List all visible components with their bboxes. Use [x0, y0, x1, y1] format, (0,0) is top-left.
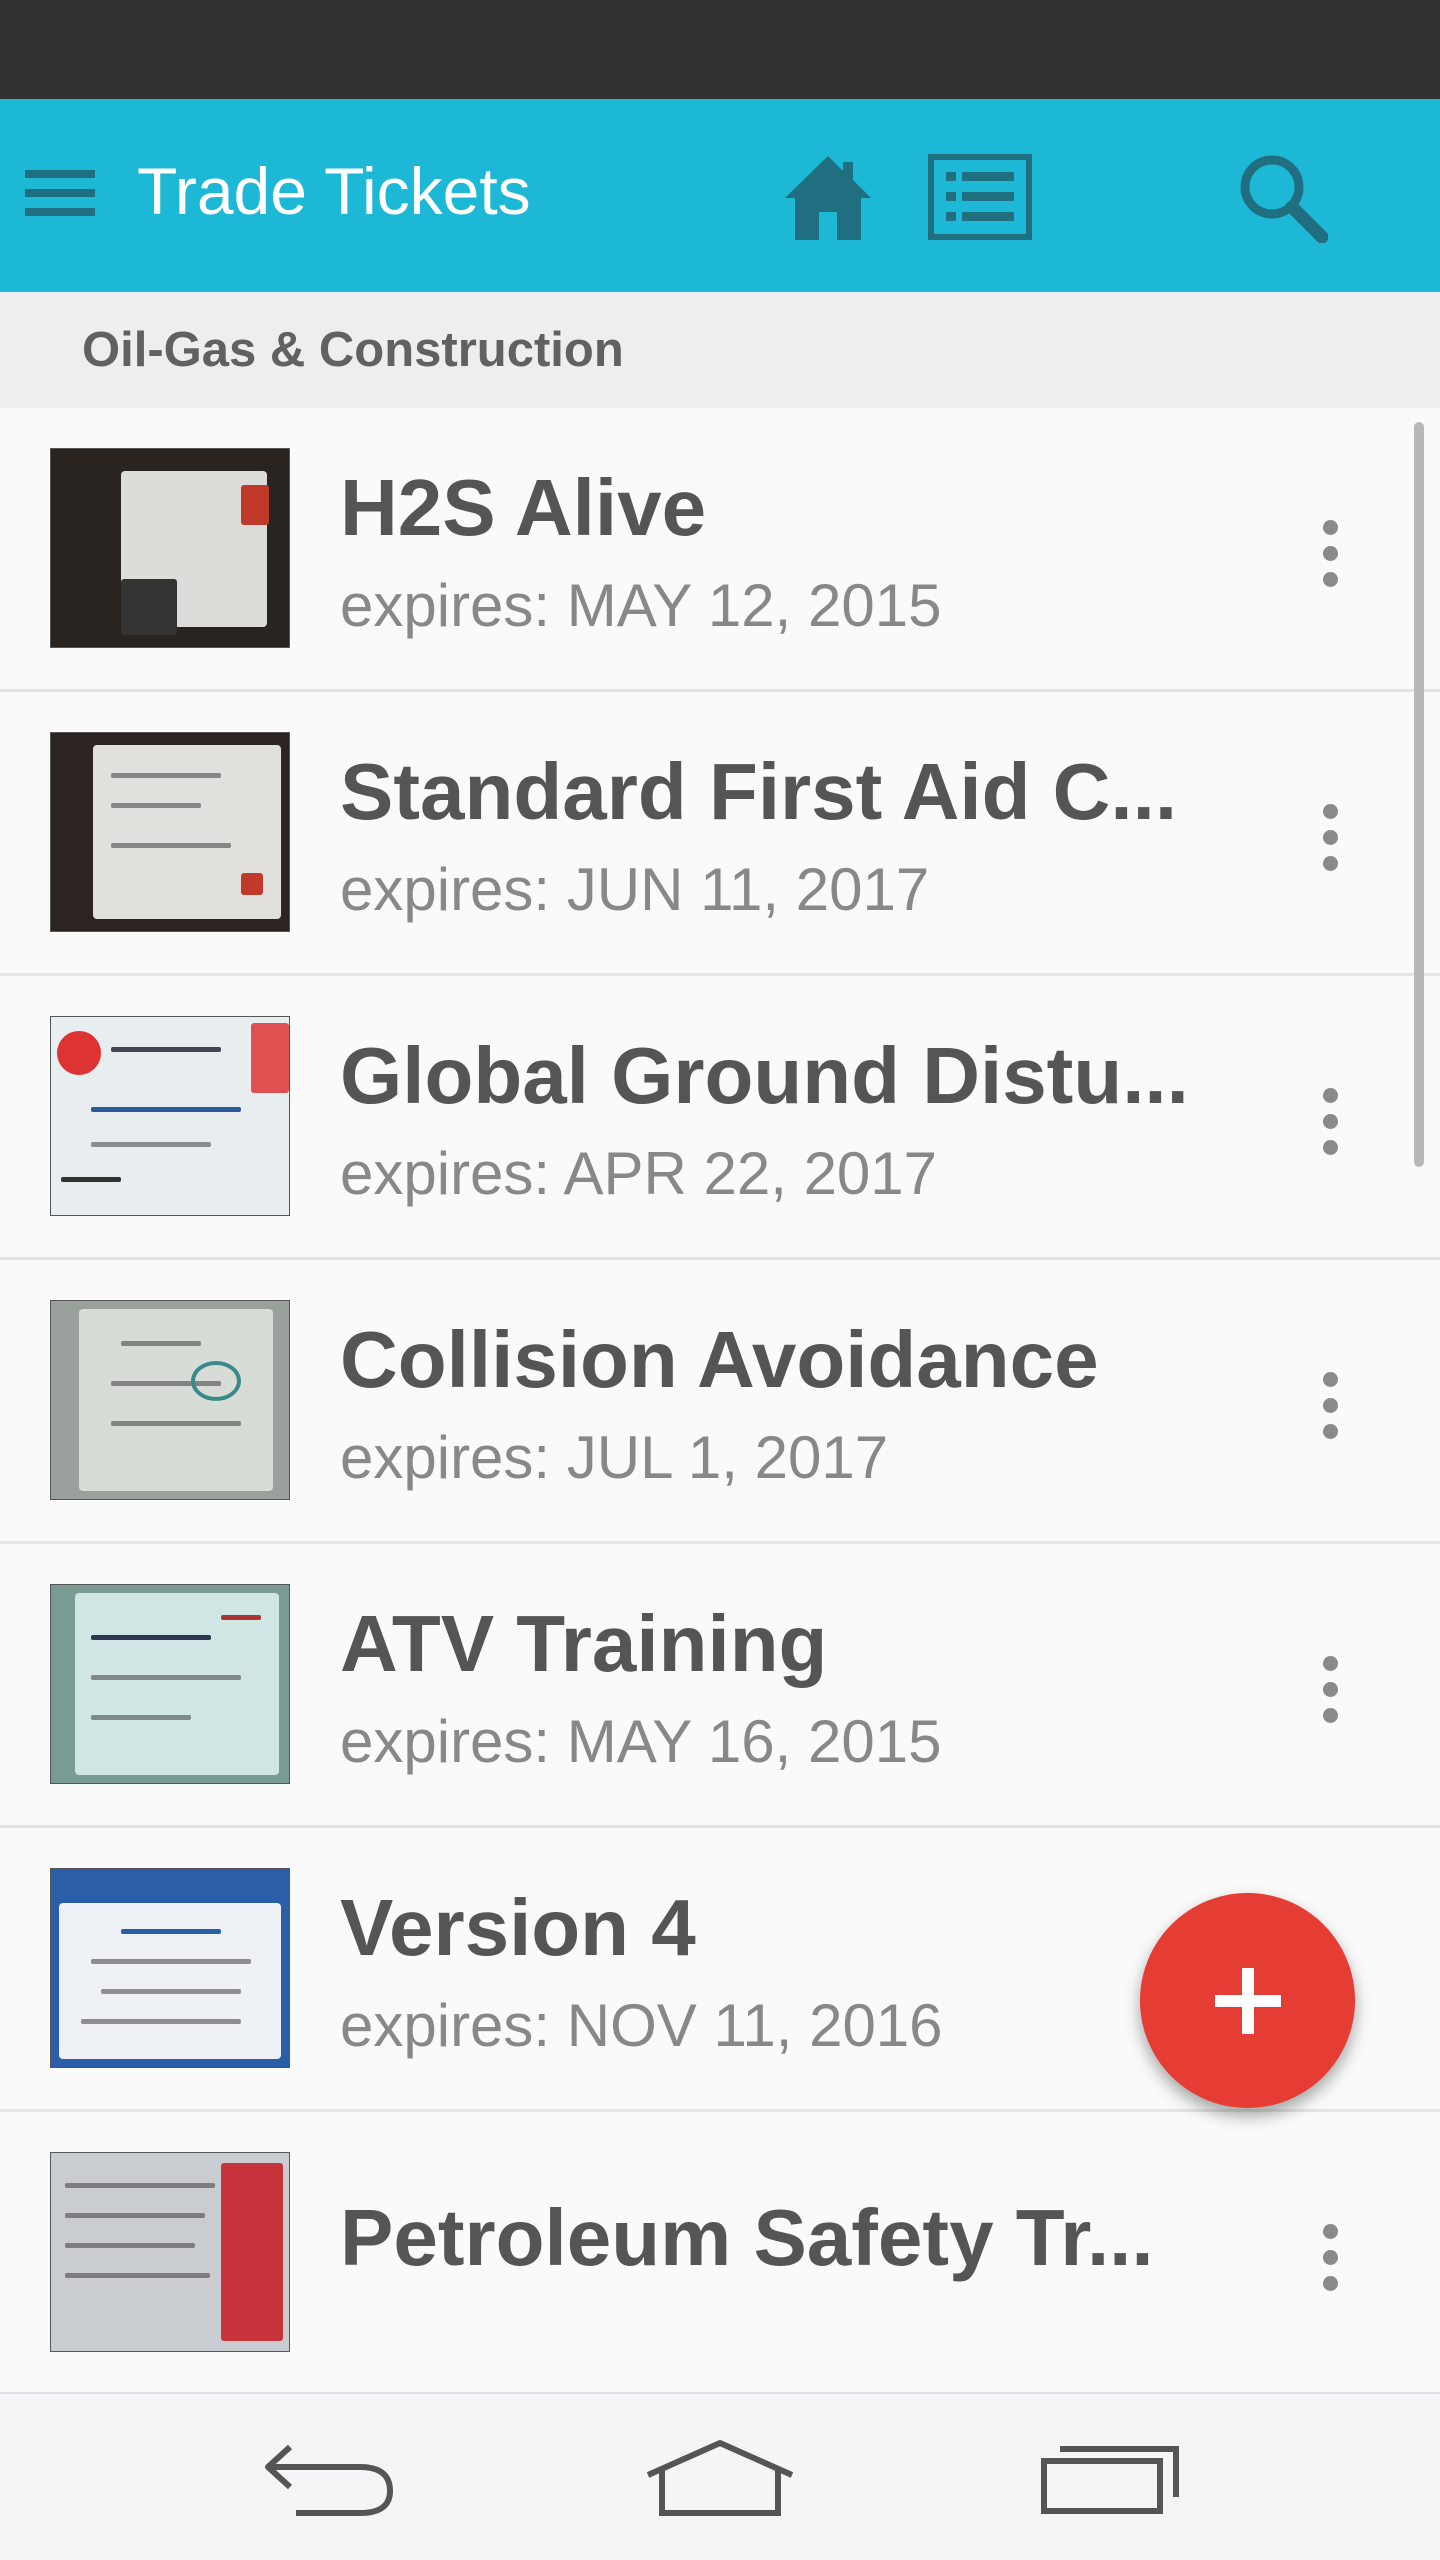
- ticket-title: Standard First Aid C...: [340, 747, 1178, 836]
- section-title: Oil-Gas & Construction: [82, 323, 624, 377]
- search-button[interactable]: [1232, 147, 1332, 247]
- ticket-thumbnail: [50, 1016, 290, 1216]
- app-bar: Trade Tickets: [0, 99, 1440, 292]
- list-item[interactable]: H2S Alive expires: MAY 12, 2015: [0, 408, 1440, 692]
- ticket-expiry: expires: MAY 12, 2015: [340, 572, 942, 639]
- more-vert-icon: [1322, 2223, 1338, 2239]
- search-icon: [1240, 155, 1328, 243]
- section-header: Oil-Gas & Construction: [0, 292, 1440, 408]
- status-bar: [0, 0, 1440, 99]
- more-vert-icon: [1322, 1655, 1338, 1671]
- ticket-expiry: expires: MAY 16, 2015: [340, 1708, 942, 1775]
- scrollbar[interactable]: [1414, 422, 1424, 1167]
- list-item[interactable]: ATV Training expires: MAY 16, 2015: [0, 1544, 1440, 1828]
- more-vert-icon: [1322, 1371, 1338, 1387]
- ticket-expiry: expires: NOV 11, 2016: [340, 1992, 943, 2059]
- overflow-menu-button[interactable]: [1290, 772, 1370, 902]
- ticket-thumbnail: [50, 448, 290, 648]
- more-vert-icon: [1322, 1087, 1338, 1103]
- add-ticket-button[interactable]: [1140, 1893, 1355, 2108]
- ticket-thumbnail: [50, 732, 290, 932]
- ticket-title: Petroleum Safety Tr...: [340, 2193, 1154, 2282]
- overflow-menu-button[interactable]: [1290, 1624, 1370, 1754]
- list-item[interactable]: Petroleum Safety Tr...: [0, 2112, 1440, 2392]
- plus-icon: [1214, 1967, 1281, 2034]
- overflow-menu-button[interactable]: [1290, 1340, 1370, 1470]
- back-icon: [265, 2444, 394, 2516]
- system-nav-bar: [0, 2392, 1440, 2560]
- more-vert-icon: [1322, 803, 1338, 819]
- home-outline-icon: [646, 2440, 794, 2516]
- back-button[interactable]: [240, 2424, 420, 2534]
- ticket-expiry: expires: JUL 1, 2017: [340, 1424, 889, 1491]
- more-vert-icon: [1322, 519, 1338, 535]
- ticket-title: H2S Alive: [340, 463, 707, 552]
- home-button[interactable]: [778, 147, 878, 247]
- ticket-thumbnail: [50, 1868, 290, 2068]
- ticket-title: Version 4: [340, 1883, 696, 1972]
- overflow-menu-button[interactable]: [1290, 2192, 1370, 2322]
- menu-button[interactable]: [22, 155, 98, 231]
- ticket-thumbnail: [50, 1300, 290, 1500]
- home-icon: [785, 156, 871, 240]
- list-item[interactable]: Collision Avoidance expires: JUL 1, 2017: [0, 1260, 1440, 1544]
- ticket-title: Global Ground Distu...: [340, 1031, 1189, 1120]
- ticket-expiry: expires: JUN 11, 2017: [340, 856, 930, 923]
- ticket-title: Collision Avoidance: [340, 1315, 1099, 1404]
- ticket-expiry: expires: APR 22, 2017: [340, 1140, 938, 1207]
- menu-icon: [25, 170, 95, 216]
- list-item[interactable]: Standard First Aid C... expires: JUN 11,…: [0, 692, 1440, 976]
- app-title: Trade Tickets: [137, 154, 531, 228]
- home-nav-button[interactable]: [630, 2424, 810, 2534]
- recent-apps-icon: [1041, 2446, 1179, 2514]
- ticket-title: ATV Training: [340, 1599, 828, 1688]
- ticket-thumbnail: [50, 2152, 290, 2352]
- recent-apps-button[interactable]: [1020, 2424, 1200, 2534]
- list-icon: [928, 154, 1032, 240]
- overflow-menu-button[interactable]: [1290, 1056, 1370, 1186]
- list-item[interactable]: Global Ground Distu... expires: APR 22, …: [0, 976, 1440, 1260]
- overflow-menu-button[interactable]: [1290, 488, 1370, 618]
- list-view-button[interactable]: [924, 147, 1036, 247]
- ticket-thumbnail: [50, 1584, 290, 1784]
